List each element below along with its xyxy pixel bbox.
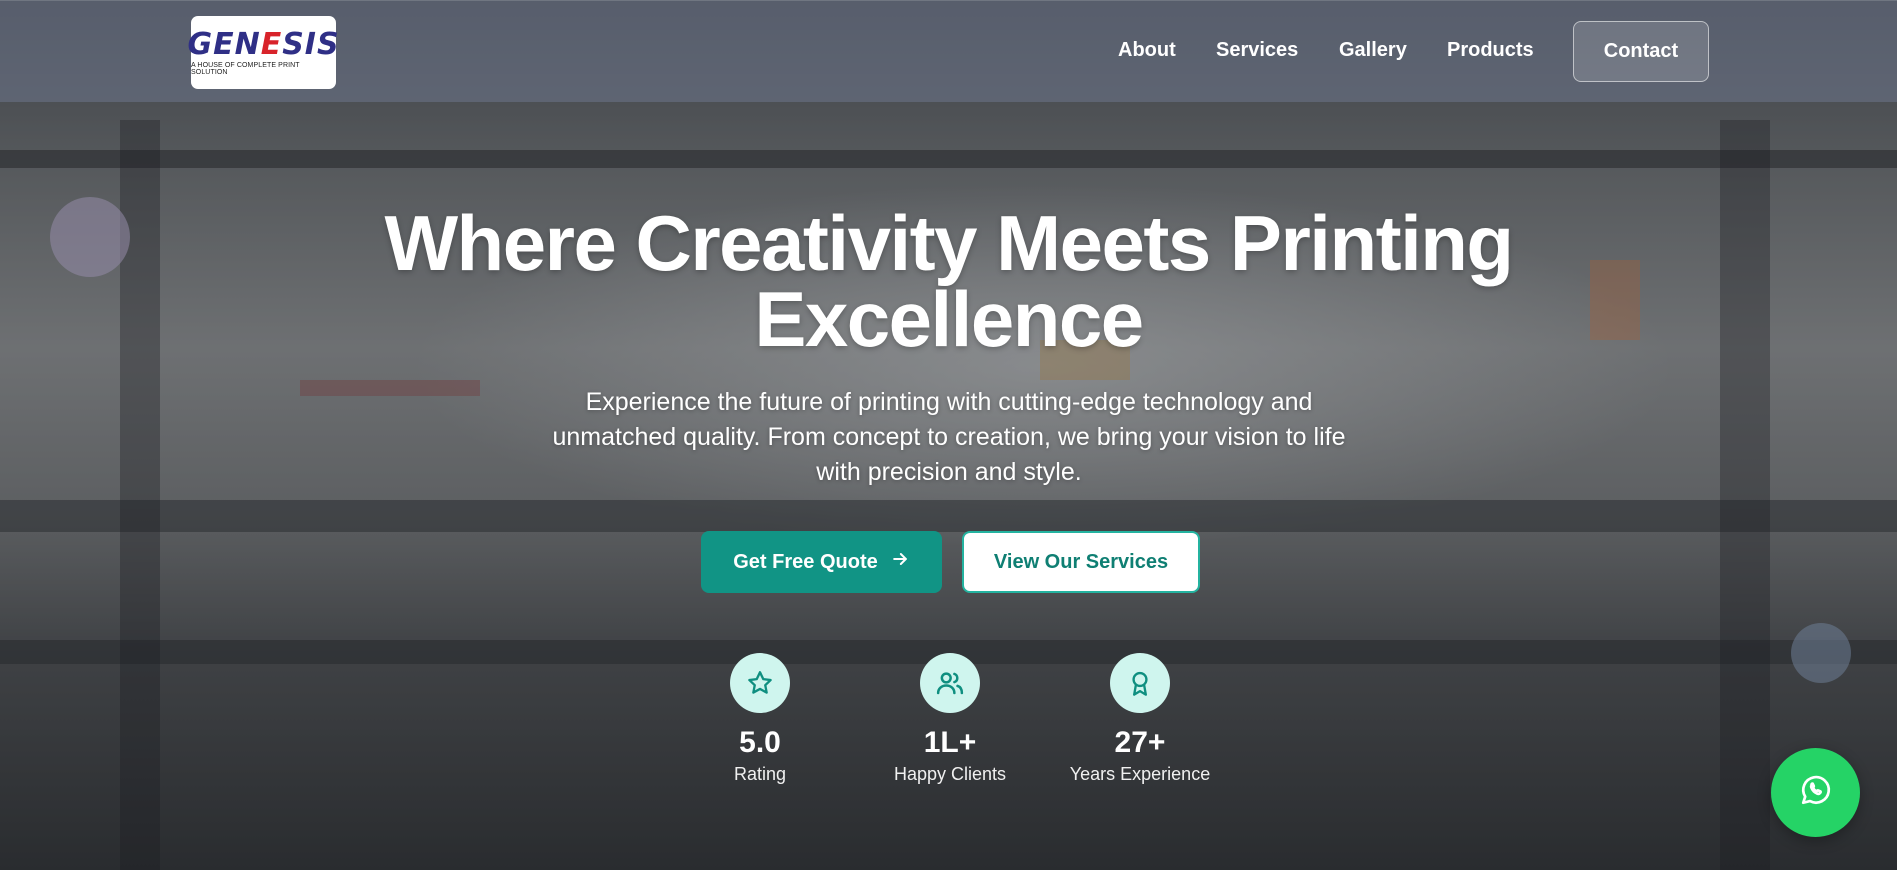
hero-subtitle: Experience the future of printing with c… xyxy=(552,388,1346,486)
stat-rating: 5.0 Rating xyxy=(680,653,840,786)
decorative-bubble xyxy=(1791,623,1851,683)
arrow-right-icon xyxy=(890,549,910,575)
nav-services[interactable]: Services xyxy=(1216,39,1298,62)
whatsapp-button[interactable] xyxy=(1771,748,1860,837)
genesis-logo[interactable]: GENESIS A HOUSE OF COMPLETE PRINT SOLUTI… xyxy=(187,16,339,89)
stat-value: 27+ xyxy=(1114,726,1166,759)
stat-value: 1L+ xyxy=(923,726,977,759)
stat-label: Years Experience xyxy=(1069,764,1211,784)
view-services-button[interactable]: View Our Services xyxy=(962,531,1200,593)
stat-label: Happy Clients xyxy=(893,764,1007,784)
site-header: GENESIS A HOUSE OF COMPLETE PRINT SOLUTI… xyxy=(0,0,1897,102)
stat-clients: 1L+ Happy Clients xyxy=(870,653,1030,786)
get-free-quote-button[interactable]: Get Free Quote xyxy=(701,531,942,593)
nav-about[interactable]: About xyxy=(1118,39,1176,62)
nav-gallery[interactable]: Gallery xyxy=(1339,39,1407,62)
stat-value: 5.0 xyxy=(739,726,781,759)
get-free-quote-label: Get Free Quote xyxy=(733,550,878,573)
contact-button[interactable]: Contact xyxy=(1573,21,1709,82)
nav-products[interactable]: Products xyxy=(1447,39,1534,62)
hero-title: Where Creativity Meets Printing Excellen… xyxy=(384,199,1514,363)
logo-tagline: A HOUSE OF COMPLETE PRINT SOLUTION xyxy=(191,61,300,76)
stat-label: Rating xyxy=(733,764,787,784)
users-icon xyxy=(920,653,980,713)
award-icon xyxy=(1110,653,1170,713)
whatsapp-icon xyxy=(1798,772,1834,813)
stat-experience: 27+ Years Experience xyxy=(1060,653,1220,786)
star-icon xyxy=(730,653,790,713)
logo-wordmark: GENESIS xyxy=(187,26,340,62)
